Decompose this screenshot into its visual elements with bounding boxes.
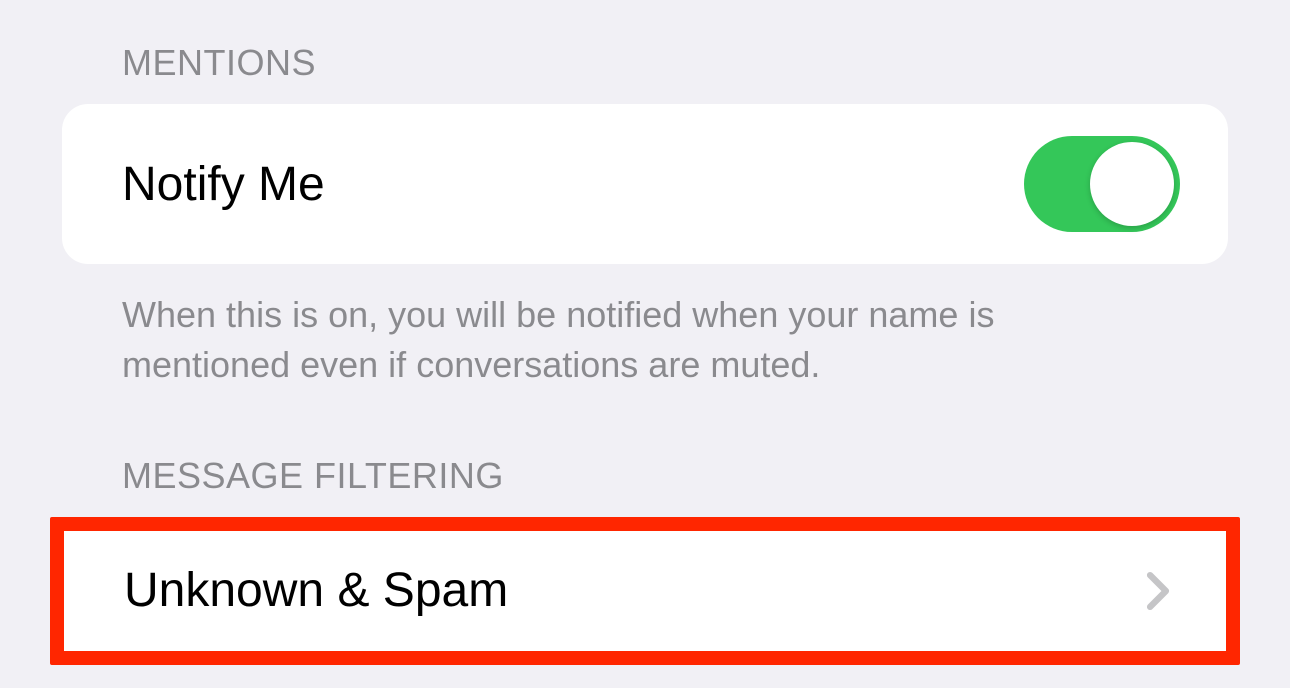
highlight-box: Unknown & Spam bbox=[50, 517, 1240, 665]
notify-me-label: Notify Me bbox=[122, 157, 325, 212]
unknown-spam-row[interactable]: Unknown & Spam bbox=[64, 531, 1226, 651]
notify-me-toggle[interactable] bbox=[1024, 136, 1180, 232]
toggle-knob bbox=[1090, 142, 1174, 226]
unknown-spam-label: Unknown & Spam bbox=[124, 563, 508, 618]
notify-me-row: Notify Me bbox=[62, 104, 1228, 264]
settings-container: MENTIONS Notify Me When this is on, you … bbox=[0, 0, 1290, 665]
message-filtering-group: Unknown & Spam bbox=[64, 531, 1226, 651]
mentions-group: Notify Me bbox=[62, 104, 1228, 264]
message-filtering-section-header: MESSAGE FILTERING bbox=[0, 391, 1290, 517]
chevron-right-icon bbox=[1146, 572, 1170, 610]
mentions-section-header: MENTIONS bbox=[0, 0, 1290, 104]
mentions-footer-text: When this is on, you will be notified wh… bbox=[0, 264, 1160, 391]
